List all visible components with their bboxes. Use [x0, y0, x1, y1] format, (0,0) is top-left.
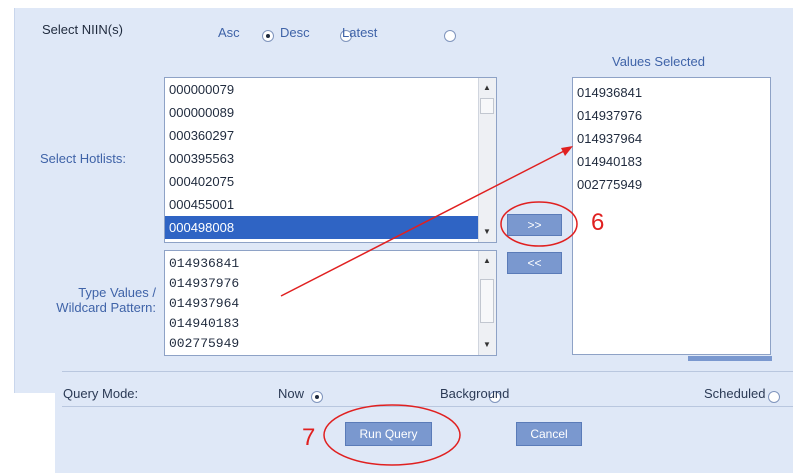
annotation-step-7: 7: [302, 424, 316, 451]
annotation-arrow-line: [280, 149, 567, 297]
annotation-arrowhead-icon: [561, 146, 573, 156]
annotation-circle-add: [500, 201, 578, 247]
annotation-overlay: [280, 146, 578, 466]
annotation-circle-run: [323, 404, 461, 466]
annotation-step-6: 6: [591, 209, 605, 236]
